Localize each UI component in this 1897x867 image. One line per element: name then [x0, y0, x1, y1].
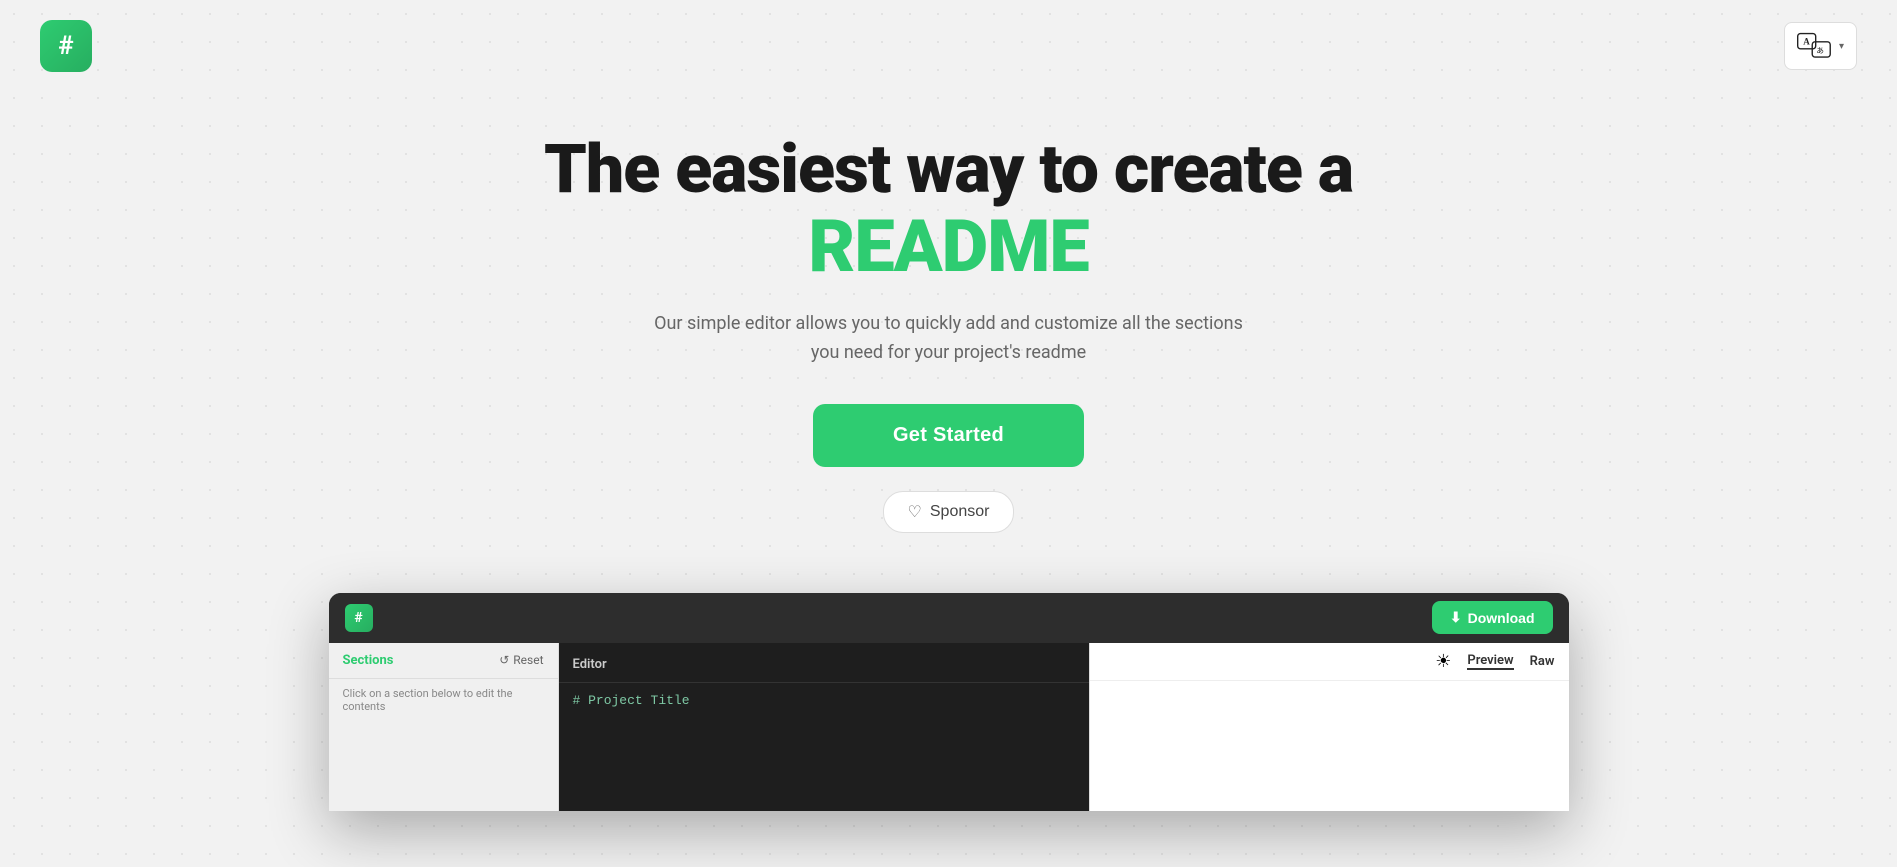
translate-icon: A あ: [1797, 31, 1833, 61]
app-logo: #: [40, 20, 92, 72]
app-content-area: Sections ↺ Reset Click on a section belo…: [329, 643, 1569, 811]
reset-label: Reset: [513, 653, 543, 667]
editor-label: Editor: [573, 657, 607, 672]
sponsor-label: Sponsor: [930, 503, 990, 521]
sections-hint: Click on a section below to edit the con…: [329, 679, 558, 721]
download-button[interactable]: ⬇ Download: [1432, 601, 1553, 634]
app-preview: # ⬇ Download Sections ↺ Reset Click on a…: [329, 593, 1569, 811]
app-titlebar-logo: #: [345, 604, 373, 632]
reset-icon: ↺: [499, 653, 509, 667]
heart-icon: ♡: [908, 502, 922, 522]
logo-area: #: [40, 20, 92, 72]
hero-subtitle: Our simple editor allows you to quickly …: [649, 310, 1249, 368]
reset-button[interactable]: ↺ Reset: [499, 653, 543, 667]
svg-text:A: A: [1803, 37, 1810, 47]
get-started-button[interactable]: Get Started: [813, 404, 1084, 467]
translate-button[interactable]: A あ ▾: [1784, 22, 1857, 70]
tab-preview[interactable]: Preview: [1467, 653, 1513, 670]
editor-panel: Editor # Project Title: [559, 643, 1089, 811]
preview-tabs: ☀ Preview Raw: [1090, 643, 1569, 681]
theme-icon: ☀: [1435, 651, 1451, 671]
download-icon: ⬇: [1450, 609, 1462, 626]
sections-title: Sections: [343, 653, 394, 668]
editor-content: # Project Title: [559, 683, 1089, 718]
hero-title-line2: README: [808, 207, 1088, 286]
hero-section: The easiest way to create a README Our s…: [0, 92, 1897, 593]
app-titlebar: # ⬇ Download: [329, 593, 1569, 643]
sponsor-button[interactable]: ♡ Sponsor: [883, 491, 1015, 533]
editor-line[interactable]: # Project Title: [573, 693, 1075, 708]
hero-title-line1: The easiest way to create a: [544, 132, 1353, 207]
translate-chevron: ▾: [1839, 41, 1844, 52]
theme-toggle-button[interactable]: ☀: [1435, 651, 1451, 672]
sections-header: Sections ↺ Reset: [329, 643, 558, 679]
sections-panel: Sections ↺ Reset Click on a section belo…: [329, 643, 559, 811]
app-header: # A あ ▾: [0, 0, 1897, 92]
editor-header: Editor: [559, 643, 1089, 683]
preview-panel: ☀ Preview Raw: [1089, 643, 1569, 811]
svg-text:あ: あ: [1816, 46, 1824, 55]
download-label: Download: [1468, 610, 1535, 626]
tab-raw[interactable]: Raw: [1530, 654, 1555, 669]
